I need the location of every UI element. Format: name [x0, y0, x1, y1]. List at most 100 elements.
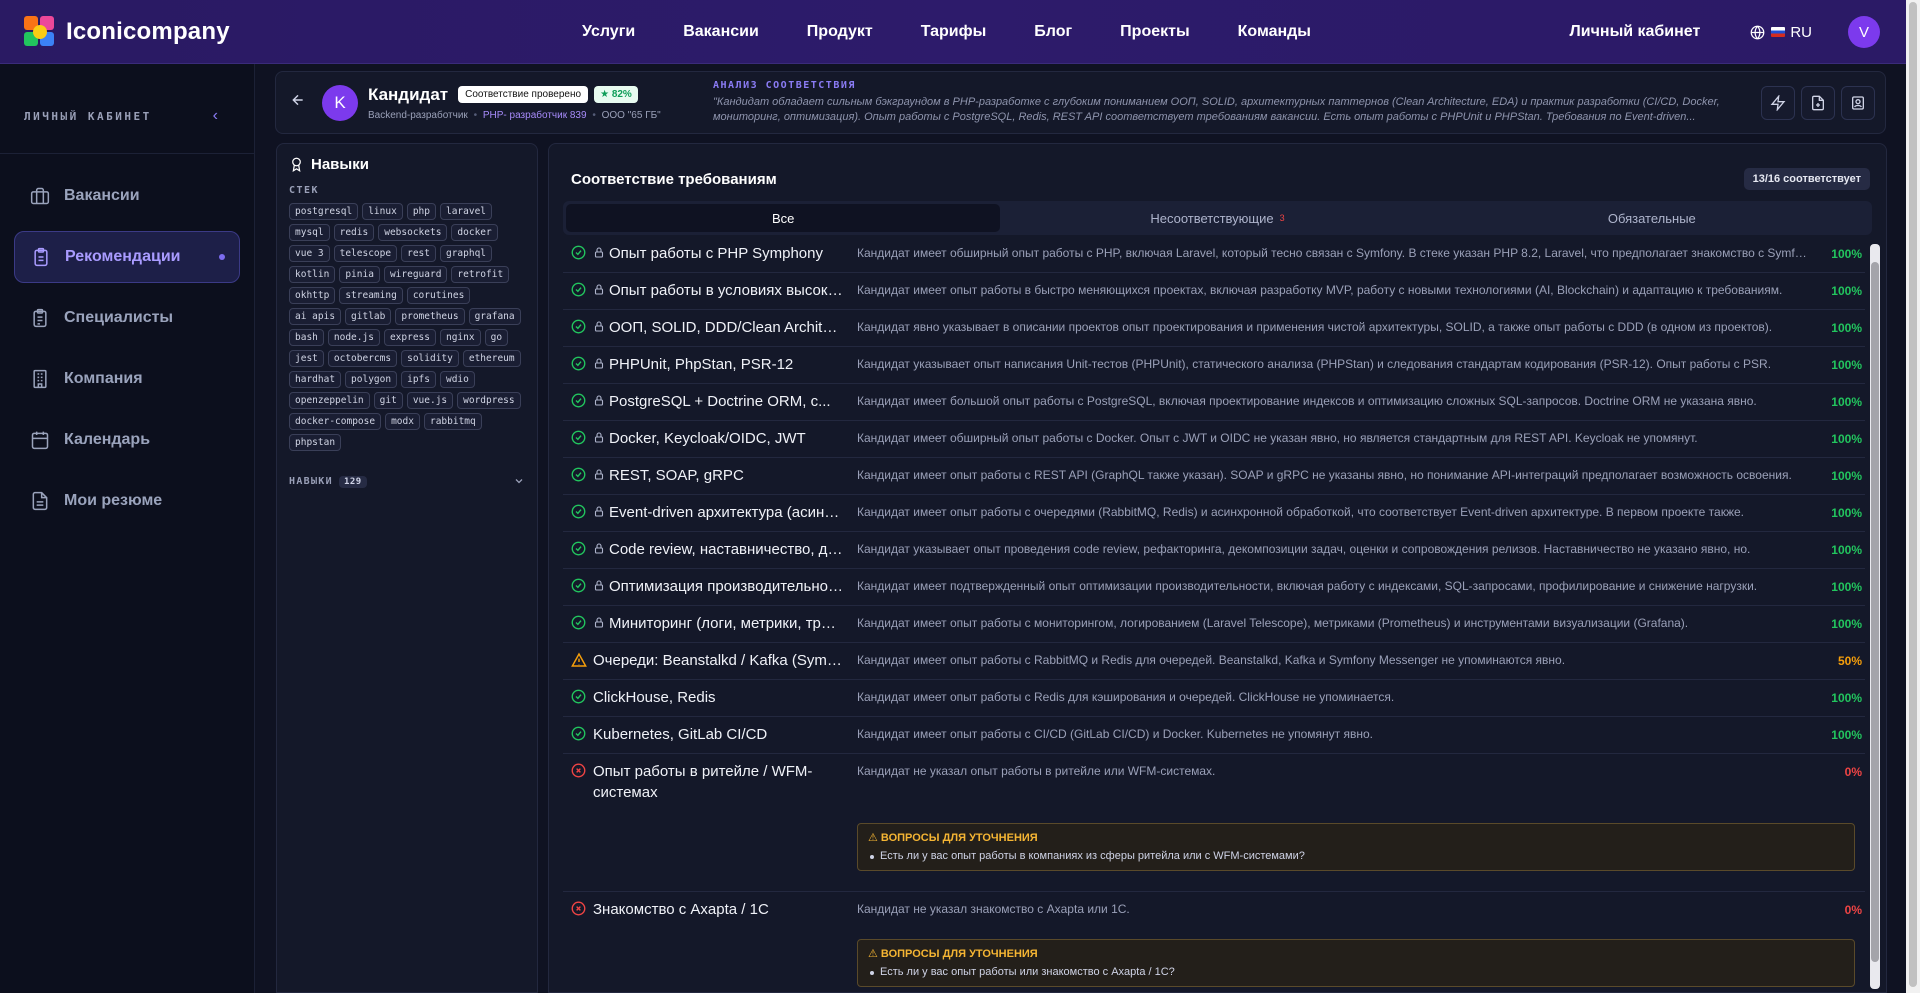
match-percent: 100%: [1831, 284, 1862, 298]
requirement-name-text: Docker, Keycloak/OIDC, JWT: [609, 430, 806, 447]
skill-tag: docker-compose: [289, 413, 382, 430]
requirement-row[interactable]: ClickHouse, Redis Кандидат имеет опыт раб…: [563, 680, 1865, 717]
list-scrollbar[interactable]: [1870, 244, 1880, 989]
language-label: RU: [1790, 23, 1812, 41]
main-nav: Услуги Вакансии Продукт Тарифы Блог Прое…: [582, 23, 1359, 41]
nav-vacancies[interactable]: Вакансии: [683, 23, 759, 41]
quick-action-button[interactable]: [1761, 86, 1795, 120]
sidebar-item-recommendations[interactable]: Рекомендации: [14, 231, 240, 283]
candidate-info: Кандидат Соответствие проверено ★ 82% Ba…: [368, 85, 703, 121]
sidebar-item-label: Специалисты: [64, 309, 174, 326]
header-actions: [1755, 86, 1875, 120]
requirement-row[interactable]: Знакомство с Axapta / 1С Кандидат не указ…: [563, 892, 1865, 992]
nav-projects[interactable]: Проекты: [1120, 23, 1189, 41]
brand-name: Iconicompany: [66, 17, 230, 45]
nav-services[interactable]: Услуги: [582, 23, 635, 41]
skills-title: Навыки: [311, 156, 369, 173]
status-indicator: [563, 652, 593, 679]
clipboard-list-icon: [33, 308, 47, 328]
sidebar-item-specialists[interactable]: Специалисты: [14, 292, 240, 344]
page-scrollbar-thumb[interactable]: [1909, 2, 1917, 987]
lock-icon: [594, 506, 604, 517]
status-indicator: [563, 245, 593, 272]
check-circle-icon: [571, 356, 586, 371]
skill-tag: telescope: [333, 245, 398, 262]
clarification-questions: ⚠ ВОПРОСЫ ДЛЯ УТОЧНЕНИЯ Есть ли у вас опы…: [857, 823, 1855, 871]
match-percent: 100%: [1831, 358, 1862, 372]
flag-icon: [1771, 27, 1786, 37]
requirement-row[interactable]: REST, SOAP, gRPC Кандидат имеет опыт рабо…: [563, 458, 1865, 495]
skill-tag: grafana: [468, 308, 521, 325]
collapse-sidebar-button[interactable]: ‹: [213, 107, 218, 125]
requirement-row[interactable]: Опыт работы с PHP Symphony Кандидат имеет…: [563, 236, 1865, 273]
skill-tag: websockets: [378, 224, 448, 241]
requirements-panel: Соответствие требованиям 13/16 соответст…: [548, 143, 1887, 993]
requirements-header: Соответствие требованиям 13/16 соответст…: [549, 144, 1886, 190]
status-indicator: [563, 615, 593, 642]
nav-blog[interactable]: Блог: [1034, 23, 1072, 41]
requirement-name: ClickHouse, Redis: [593, 689, 843, 716]
nav-product[interactable]: Продукт: [807, 23, 873, 41]
requirement-row[interactable]: Code review, наставничество, декомпозици…: [563, 532, 1865, 569]
status-indicator: [563, 356, 593, 383]
vacancy-link[interactable]: PHP- разработчик 839: [483, 110, 587, 121]
back-button[interactable]: [290, 92, 314, 113]
requirement-row[interactable]: PHPUnit, PhpStan, PSR-12 Кандидат указыва…: [563, 347, 1865, 384]
top-bar: Iconicompany Услуги Вакансии Продукт Тар…: [0, 0, 1920, 64]
sidebar-item-calendar[interactable]: Календарь: [14, 414, 240, 466]
tab-mismatched[interactable]: Несоответствующие 3: [1000, 204, 1434, 232]
requirement-row[interactable]: Опыт работы в условиях высокой неопредел…: [563, 273, 1865, 310]
skill-tag: docker: [451, 224, 498, 241]
requirement-description: Кандидат имеет обширный опыт работы с PH…: [857, 246, 1812, 260]
requirement-row[interactable]: Docker, Keycloak/OIDC, JWT Кандидат имеет…: [563, 421, 1865, 458]
nav-pricing[interactable]: Тарифы: [921, 23, 987, 41]
cabinet-link[interactable]: Личный кабинет: [1570, 23, 1701, 41]
skills-count: 129: [338, 475, 367, 488]
skills-expand-toggle[interactable]: НАВЫКИ 129: [289, 475, 525, 488]
skills-more-label: НАВЫКИ: [289, 475, 333, 487]
score-value: 82%: [611, 89, 632, 100]
lock-icon: [594, 358, 604, 369]
requirement-name-text: Kubernetes, GitLab CI/CD: [593, 726, 768, 743]
user-avatar[interactable]: V: [1848, 16, 1880, 48]
requirement-row[interactable]: PostgreSQL + Doctrine ORM, c... Кандидат …: [563, 384, 1865, 421]
match-percent: 100%: [1831, 580, 1862, 594]
nav-teams[interactable]: Команды: [1238, 23, 1311, 41]
tab-label: Обязательные: [1607, 210, 1696, 226]
requirement-row[interactable]: Миниторинг (логи, метрики, трейсинг) Канд…: [563, 606, 1865, 643]
requirement-row[interactable]: Оптимизация производительности Кандидат и…: [563, 569, 1865, 606]
sidebar-item-company[interactable]: Компания: [14, 353, 240, 405]
requirement-name: Опыт работы с PHP Symphony: [593, 245, 843, 272]
requirement-name: Code review, наставничество, декомпозици…: [593, 541, 843, 568]
sidebar-item-label: Компания: [64, 370, 143, 387]
requirement-row[interactable]: Опыт работы в ритейле / WFM-системах Канд…: [563, 754, 1865, 892]
page-scrollbar[interactable]: [1906, 0, 1920, 993]
sidebar-item-label: Рекомендации: [65, 248, 181, 265]
tab-all[interactable]: Все: [566, 204, 1001, 232]
requirement-row[interactable]: Kubernetes, GitLab CI/CD Кандидат имеет о…: [563, 717, 1865, 754]
save-contact-button[interactable]: [1841, 86, 1875, 120]
requirement-name: Очереди: Beanstalkd / Kafka (Symfony Mes…: [593, 652, 843, 679]
requirement-row[interactable]: Очереди: Beanstalkd / Kafka (Symfony Mes…: [563, 643, 1865, 680]
brand[interactable]: Iconicompany: [24, 15, 444, 48]
scrollbar-thumb[interactable]: [1871, 262, 1879, 962]
skill-tag: postgresql: [289, 203, 359, 220]
check-circle-icon: [571, 689, 586, 704]
building-icon: [33, 369, 47, 389]
status-indicator: [563, 393, 593, 420]
question-item: Есть ли у вас опыт работы в компаниях из…: [868, 850, 1844, 862]
sidebar-item-vacancies[interactable]: Вакансии: [14, 170, 240, 222]
file-icon: [32, 491, 48, 511]
check-circle-icon: [571, 726, 586, 741]
sidebar-item-my-resumes[interactable]: Мои резюме: [14, 475, 240, 527]
tab-required[interactable]: Обязательные: [1435, 204, 1869, 232]
match-percent: 100%: [1831, 506, 1862, 520]
check-circle-icon: [571, 504, 586, 519]
requirement-name-text: REST, SOAP, gRPC: [609, 467, 744, 484]
candidate-header: K Кандидат Соответствие проверено ★ 82% …: [275, 71, 1886, 134]
requirement-row[interactable]: Event-driven архитектура (асинхронная) Ка…: [563, 495, 1865, 532]
requirement-row[interactable]: ООП, SOLID, DDD/Clean Architecture Кандид…: [563, 310, 1865, 347]
language-switch[interactable]: RU: [1750, 24, 1812, 41]
candidate-name: Кандидат: [368, 84, 449, 104]
export-button[interactable]: [1801, 86, 1835, 120]
